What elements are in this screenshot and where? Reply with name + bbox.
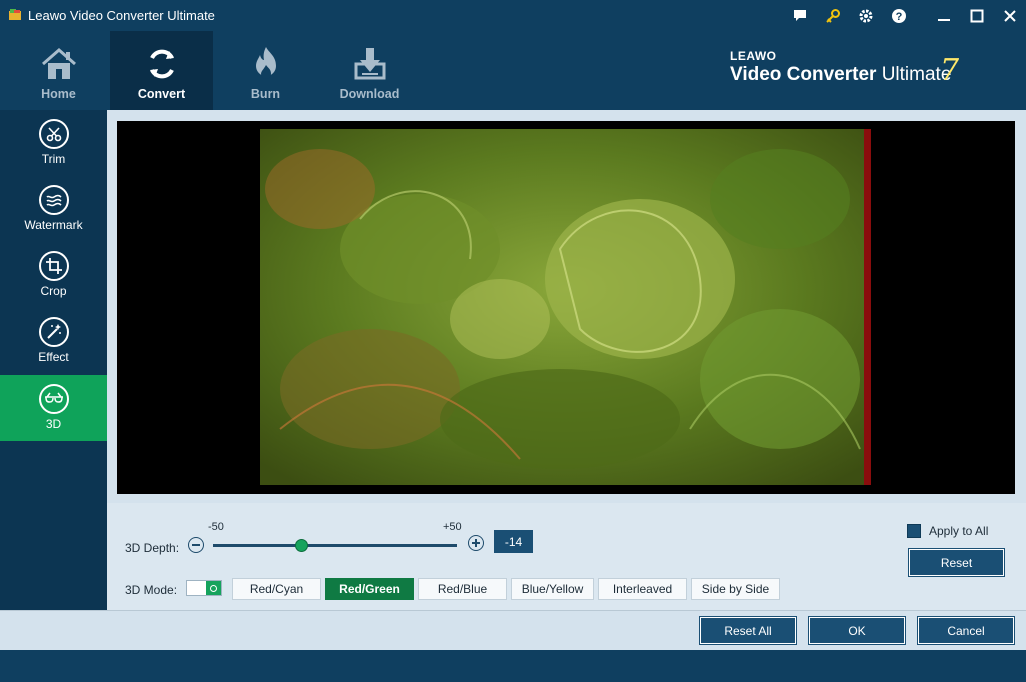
toggle-knob — [206, 581, 221, 595]
sidebar-label-trim: Trim — [41, 152, 66, 166]
mode-option-blue-yellow[interactable]: Blue/Yellow — [511, 578, 594, 600]
sidebar-label-effect: Effect — [38, 350, 69, 364]
sidebar-label-watermark: Watermark — [24, 218, 83, 232]
sidebar-item-3d[interactable]: 3D — [0, 375, 107, 441]
brand-version: 7 — [940, 53, 960, 88]
cancel-button[interactable]: Cancel — [917, 616, 1015, 645]
minimize-icon[interactable] — [927, 0, 960, 31]
depth-max-label: +50 — [443, 521, 462, 533]
gear-icon[interactable] — [849, 0, 882, 31]
title-bar: Leawo Video Converter Ultimate ? — [0, 0, 1026, 31]
depth-decrease-button[interactable] — [188, 537, 204, 553]
minus-icon — [192, 544, 200, 546]
depth-label: 3D Depth: — [125, 541, 180, 555]
crop-icon — [38, 251, 69, 281]
download-icon — [350, 45, 390, 83]
nav-download-label: Download — [339, 87, 400, 101]
mode-option-interleaved[interactable]: Interleaved — [598, 578, 687, 600]
depth-slider-thumb[interactable] — [294, 539, 308, 552]
depth-increase-button[interactable] — [468, 535, 484, 551]
sidebar-item-crop[interactable]: Crop — [0, 242, 107, 308]
close-icon[interactable] — [993, 0, 1026, 31]
app-logo-icon — [8, 8, 22, 22]
nav-burn[interactable]: Burn — [214, 31, 317, 110]
bottom-action-bar: Reset All OK Cancel — [0, 610, 1026, 650]
sidebar-label-3d: 3D — [45, 417, 62, 431]
edit-sidebar: Trim Watermark Crop Effect 3D — [0, 110, 107, 610]
mode-option-red-blue[interactable]: Red/Blue — [418, 578, 507, 600]
nav-burn-label: Burn — [250, 87, 281, 101]
3d-mode-options: Red/Cyan Red/Green Red/Blue Blue/Yellow … — [232, 578, 784, 600]
effect-wand-icon — [38, 317, 69, 347]
reset-button[interactable]: Reset — [908, 548, 1005, 577]
maximize-icon[interactable] — [960, 0, 993, 31]
ok-button[interactable]: OK — [808, 616, 906, 645]
apply-to-all-checkbox[interactable] — [907, 524, 921, 538]
3d-controls-panel: 3D Depth: -50 +50 -14 3D Mode: Red/Cyan … — [107, 503, 1026, 610]
nav-convert[interactable]: Convert — [110, 31, 213, 110]
sidebar-item-effect[interactable]: Effect — [0, 308, 107, 374]
apply-to-all-label: Apply to All — [929, 524, 989, 538]
brand-company: LEAWO — [730, 49, 777, 63]
video-preview-frame — [260, 129, 871, 485]
video-frame-image — [260, 129, 871, 485]
sidebar-item-watermark[interactable]: Watermark — [0, 176, 107, 242]
mode-option-side-by-side[interactable]: Side by Side — [691, 578, 780, 600]
depth-slider-track[interactable] — [213, 544, 457, 547]
sidebar-item-trim[interactable]: Trim — [0, 110, 107, 176]
brand-logo: LEAWO Video Converter Ultimate 7 — [730, 49, 959, 88]
depth-value-box[interactable]: -14 — [494, 530, 533, 553]
top-nav: Home Convert Burn Download LEAWO Video C… — [0, 31, 1026, 110]
svg-text:?: ? — [895, 11, 902, 23]
video-preview-area — [117, 121, 1015, 494]
home-icon — [39, 45, 79, 83]
scissors-icon — [38, 119, 69, 149]
mode-option-red-cyan[interactable]: Red/Cyan — [232, 578, 321, 600]
window-title: Leawo Video Converter Ultimate — [28, 8, 215, 23]
convert-icon — [142, 45, 182, 83]
nav-convert-label: Convert — [137, 87, 186, 101]
mode-option-red-green[interactable]: Red/Green — [325, 578, 414, 600]
watermark-icon — [38, 185, 69, 215]
plus-icon — [472, 539, 480, 547]
key-icon[interactable] — [816, 0, 849, 31]
chat-icon[interactable] — [783, 0, 816, 31]
3d-mode-toggle[interactable] — [186, 580, 222, 596]
status-bar — [0, 650, 1026, 682]
depth-min-label: -50 — [208, 521, 224, 533]
brand-product-bold: Video Converter — [730, 64, 877, 85]
reset-all-button[interactable]: Reset All — [699, 616, 797, 645]
nav-home[interactable]: Home — [7, 31, 110, 110]
nav-download[interactable]: Download — [318, 31, 421, 110]
3d-glasses-icon — [38, 384, 69, 414]
mode-label: 3D Mode: — [125, 583, 178, 597]
sidebar-label-crop: Crop — [40, 284, 67, 298]
help-icon[interactable]: ? — [882, 0, 915, 31]
burn-icon — [246, 45, 286, 83]
brand-product: Video Converter Ultimate — [730, 64, 951, 86]
nav-home-label: Home — [41, 87, 76, 101]
main-panel: 3D Depth: -50 +50 -14 3D Mode: Red/Cyan … — [107, 110, 1026, 610]
